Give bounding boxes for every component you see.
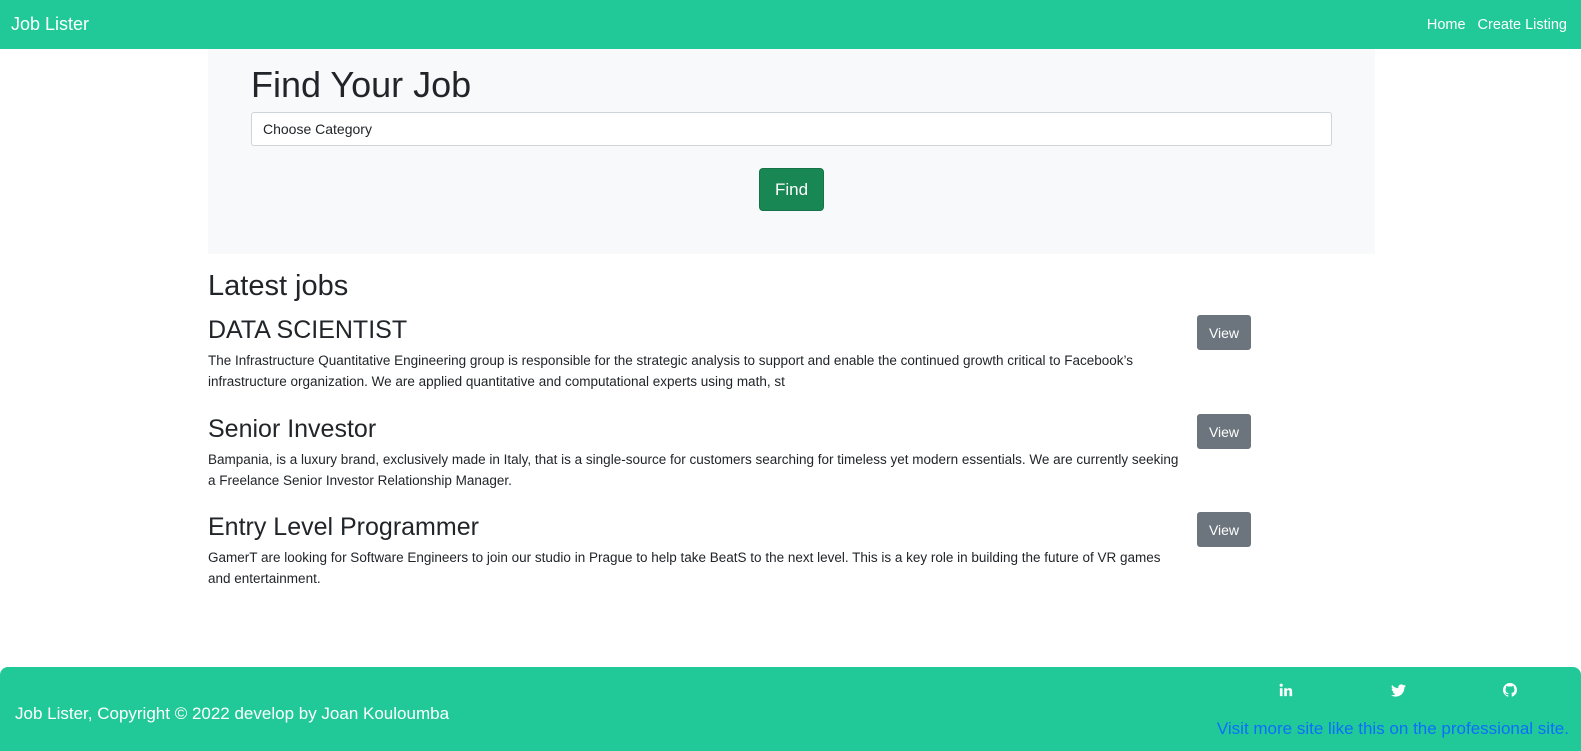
linkedin-icon[interactable] <box>1278 682 1294 698</box>
view-job-button[interactable]: View <box>1197 414 1251 449</box>
twitter-icon[interactable] <box>1390 682 1406 698</box>
job-description: Bampania, is a luxury brand, exclusively… <box>208 452 1179 488</box>
job-description: The Infrastructure Quantitative Engineer… <box>208 353 1134 389</box>
nav-links: Home Create Listing <box>1427 17 1567 33</box>
search-heading: Find Your Job <box>251 64 472 105</box>
category-select[interactable]: Choose Category <box>251 112 1332 146</box>
job-title: Senior Investor <box>208 415 377 443</box>
github-icon[interactable] <box>1502 682 1518 698</box>
job-title: Entry Level Programmer <box>208 513 479 541</box>
job-title: DATA SCIENTIST <box>208 316 408 344</box>
twitter-icon-graphic <box>1390 683 1406 697</box>
github-icon-graphic <box>1503 683 1517 697</box>
nav-create-listing-link[interactable]: Create Listing <box>1478 17 1567 33</box>
view-job-button[interactable]: View <box>1197 512 1251 547</box>
page-footer: Job Lister, Copyright © 2022 develop by … <box>0 667 1581 751</box>
find-button[interactable]: Find <box>759 168 824 211</box>
linkedin-icon-graphic <box>1279 683 1293 697</box>
top-navbar: Job Lister Home Create Listing <box>0 0 1581 49</box>
search-panel: Find Your Job Choose Category Find <box>208 49 1375 254</box>
copyright-text: Job Lister, Copyright © 2022 develop by … <box>15 704 450 723</box>
nav-home-link[interactable]: Home <box>1427 17 1466 33</box>
brand-link[interactable]: Job Lister <box>11 14 89 35</box>
view-job-button[interactable]: View <box>1197 315 1251 350</box>
job-description: GamerT are looking for Software Engineer… <box>208 550 1161 586</box>
latest-jobs-heading: Latest jobs <box>208 270 349 302</box>
professional-site-link[interactable]: Visit more site like this on the profess… <box>1217 719 1569 739</box>
